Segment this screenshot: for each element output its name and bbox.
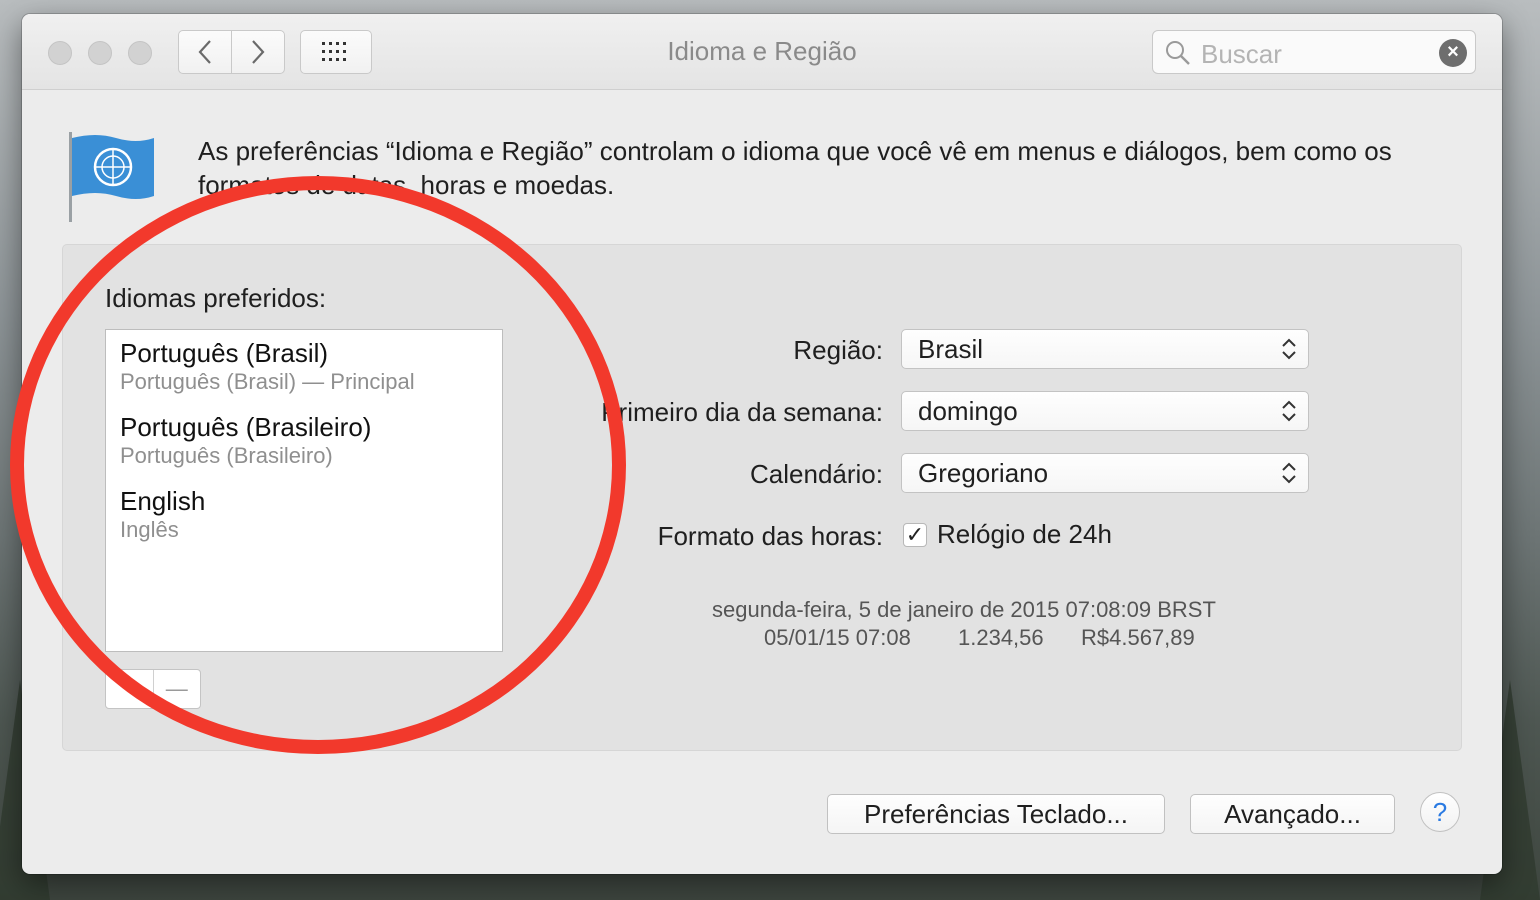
first-day-label: Primeiro dia da semana: bbox=[601, 397, 883, 427]
un-flag-icon bbox=[69, 132, 154, 222]
first-day-value: domingo bbox=[918, 396, 1018, 426]
search-icon bbox=[1166, 41, 1190, 65]
calendar-select[interactable]: Gregoriano bbox=[901, 453, 1309, 493]
language-name: English bbox=[120, 486, 206, 516]
grid-icon bbox=[322, 42, 346, 61]
preferred-languages-list[interactable]: Português (Brasil) Português (Brasil) — … bbox=[105, 329, 503, 652]
first-day-select[interactable]: domingo bbox=[901, 391, 1309, 431]
forward-button[interactable] bbox=[231, 30, 285, 74]
language-name: Português (Brasil) bbox=[120, 338, 329, 368]
preferences-window: Idioma e Região Buscar × As preferências… bbox=[22, 14, 1502, 874]
updown-chevron-icon bbox=[1282, 462, 1296, 484]
minimize-window-button[interactable] bbox=[88, 41, 112, 65]
advanced-button[interactable]: Avançado... bbox=[1190, 794, 1395, 834]
remove-language-button[interactable]: — bbox=[154, 670, 201, 708]
calendar-label: Calendário: bbox=[750, 459, 883, 489]
back-button[interactable] bbox=[178, 30, 232, 74]
settings-panel: Idiomas preferidos: Português (Brasil) P… bbox=[62, 244, 1462, 751]
intro-text: As preferências “Idioma e Região” contro… bbox=[198, 136, 1392, 200]
time-format-label: Formato das horas: bbox=[657, 521, 883, 551]
updown-chevron-icon bbox=[1282, 400, 1296, 422]
preferred-languages-label: Idiomas preferidos: bbox=[105, 283, 327, 313]
zoom-window-button[interactable] bbox=[128, 41, 152, 65]
sample-number: 1.234,56 bbox=[958, 625, 1044, 650]
sample-currency: R$4.567,89 bbox=[1081, 625, 1195, 650]
add-language-button[interactable] bbox=[106, 670, 154, 708]
clear-search-icon[interactable]: × bbox=[1439, 39, 1467, 67]
window-title: Idioma e Região bbox=[667, 36, 857, 66]
language-subtitle: Português (Brasil) — Principal bbox=[120, 369, 415, 394]
add-remove-control: — bbox=[105, 669, 201, 709]
language-subtitle: Inglês bbox=[120, 517, 179, 542]
region-select[interactable]: Brasil bbox=[901, 329, 1309, 369]
list-item[interactable]: Português (Brasil) Português (Brasil) — … bbox=[120, 338, 415, 396]
show-all-button[interactable] bbox=[300, 30, 372, 74]
updown-chevron-icon bbox=[1282, 338, 1296, 360]
list-item[interactable]: Português (Brasileiro) Português (Brasil… bbox=[120, 412, 371, 470]
chevron-right-icon bbox=[252, 40, 265, 64]
search-placeholder: Buscar bbox=[1201, 39, 1282, 69]
chevron-left-icon bbox=[198, 40, 211, 64]
region-label: Região: bbox=[793, 335, 883, 365]
24h-clock-checkbox[interactable]: ✓ bbox=[903, 523, 927, 547]
list-item[interactable]: English Inglês bbox=[120, 486, 205, 544]
language-name: Português (Brasileiro) bbox=[120, 412, 372, 442]
help-button[interactable]: ? bbox=[1420, 792, 1460, 832]
sample-short-date: 05/01/15 07:08 bbox=[764, 625, 911, 650]
24h-clock-label[interactable]: Relógio de 24h bbox=[937, 519, 1112, 550]
keyboard-preferences-button[interactable]: Preferências Teclado... bbox=[827, 794, 1165, 834]
title-bar: Idioma e Região Buscar × bbox=[22, 14, 1502, 90]
search-field[interactable]: Buscar × bbox=[1152, 30, 1476, 74]
calendar-value: Gregoriano bbox=[918, 458, 1049, 488]
language-subtitle: Português (Brasileiro) bbox=[120, 443, 333, 468]
region-value: Brasil bbox=[918, 334, 984, 364]
close-window-button[interactable] bbox=[48, 41, 72, 65]
sample-long-date: segunda-feira, 5 de janeiro de 2015 07:0… bbox=[712, 597, 1216, 622]
